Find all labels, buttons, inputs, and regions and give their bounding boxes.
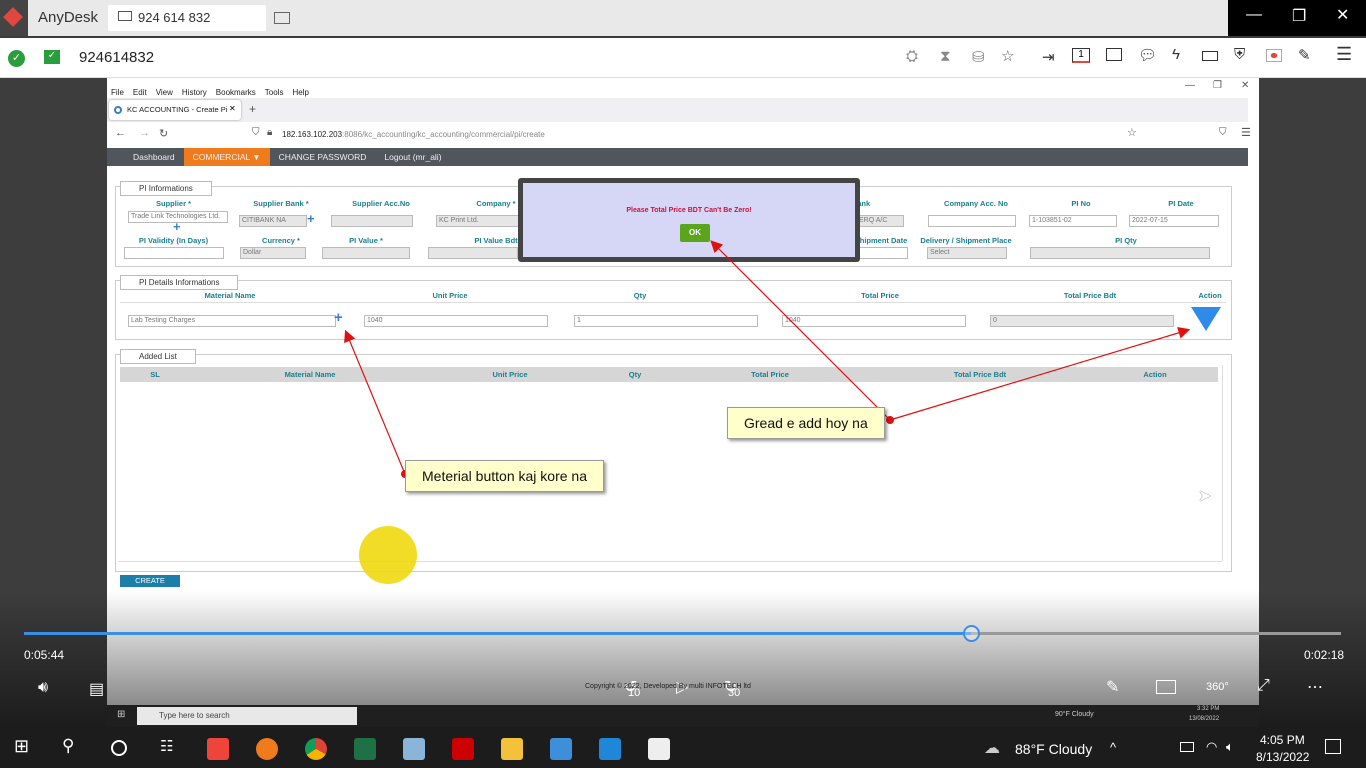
taskbar-date[interactable]: 8/13/2022	[1256, 750, 1309, 764]
cursor-highlight	[359, 526, 417, 584]
remote-search-box[interactable]: Type here to search	[137, 707, 357, 725]
remote-time: 3:32 PM	[1197, 706, 1220, 712]
snagit-taskbar-icon[interactable]	[550, 738, 572, 760]
remote-taskbar: ⊞ Type here to search 90°F Cloudy 3:32 P…	[107, 705, 1259, 727]
taskbar-weather[interactable]: 88°F Cloudy	[1015, 741, 1092, 757]
excel-taskbar-icon[interactable]	[354, 738, 376, 760]
callout-grid: Gread e add hoy na	[727, 407, 885, 439]
remote-date: 13/08/2022	[1189, 716, 1220, 722]
anydesk-taskbar-icon[interactable]	[207, 738, 229, 760]
seekbar-fill	[24, 632, 971, 635]
arrow-to-material-button	[344, 329, 406, 475]
task-view-icon[interactable]: ☷	[160, 737, 173, 755]
windows-taskbar: ⊞ ⚲ ☷	[0, 728, 1366, 768]
start-icon[interactable]: ⊞	[14, 736, 29, 757]
captions-icon[interactable]: ▤	[89, 679, 104, 699]
arrow-dot	[886, 416, 894, 424]
wifi-icon[interactable]: ◠	[1206, 739, 1217, 755]
chrome-taskbar-icon[interactable]	[305, 738, 327, 760]
remaining-time: 0:02:18	[1304, 648, 1345, 662]
page-footer: Copyright © 2022, Developed By multi INF…	[585, 683, 751, 690]
volume-icon[interactable]: 🔊︎	[38, 679, 48, 697]
acrobat-taskbar-icon[interactable]	[452, 738, 474, 760]
weather-cloud-icon: ☁	[984, 740, 1000, 757]
remote-start-icon[interactable]: ⊞	[117, 709, 125, 720]
taskbar-time[interactable]: 4:05 PM	[1260, 733, 1305, 747]
edit-pen-icon[interactable]: ✎	[1106, 677, 1119, 697]
notifications-icon[interactable]	[1325, 739, 1341, 754]
elapsed-time: 0:05:44	[24, 648, 65, 662]
fullscreen-icon[interactable]: ⤢	[1257, 677, 1270, 695]
video-app-taskbar-icon[interactable]	[648, 738, 670, 760]
remote-weather: 90°F Cloudy	[1055, 711, 1094, 718]
search-icon[interactable]: ⚲	[62, 736, 74, 756]
miniplayer-icon[interactable]	[1156, 680, 1176, 694]
callout-material: Meterial button kaj kore na	[405, 460, 604, 492]
speaker-icon[interactable]: 🔈︎	[1226, 739, 1234, 755]
view-360-button[interactable]: 360°	[1206, 681, 1229, 693]
battery-icon[interactable]	[1180, 742, 1194, 752]
more-options-icon[interactable]: ⋯	[1307, 677, 1323, 697]
arrow-to-ok	[710, 240, 891, 421]
notes-taskbar-icon[interactable]	[403, 738, 425, 760]
mouse-cursor-icon: ➤	[1198, 488, 1212, 505]
firefox-taskbar-icon[interactable]	[256, 738, 278, 760]
media-player-taskbar-icon[interactable]	[599, 738, 621, 760]
seekbar-thumb[interactable]	[962, 625, 980, 642]
tray-chevron-icon[interactable]: ^	[1110, 740, 1116, 755]
cortana-icon[interactable]	[111, 740, 127, 756]
arrow-to-triangle	[889, 327, 1191, 421]
video-seekbar[interactable]	[24, 625, 1341, 642]
file-explorer-taskbar-icon[interactable]	[501, 738, 523, 760]
